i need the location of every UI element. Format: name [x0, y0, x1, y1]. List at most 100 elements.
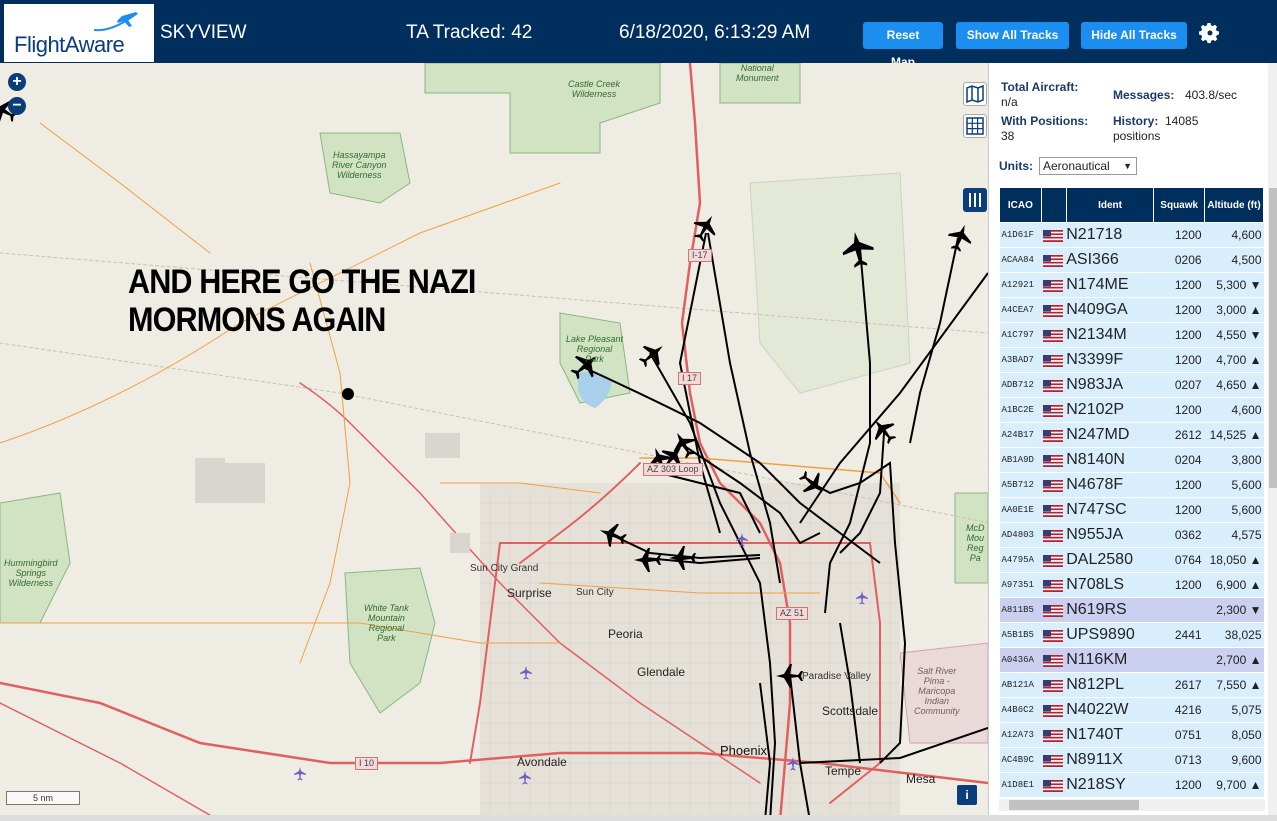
cell-ident: N3399F	[1066, 347, 1154, 373]
table-row[interactable]: A4CEA7 N409GA 1200 3,000 ▲	[999, 297, 1264, 323]
cell-ident: N2134M	[1066, 322, 1154, 348]
table-row[interactable]: A4B6C2 N4022W 4216 5,075	[999, 697, 1264, 723]
table-row[interactable]: AB1A9D N8140N 0204 3,800	[999, 447, 1264, 473]
overlay-line-2: MORMONS AGAIN	[128, 301, 386, 339]
cell-altitude: 8,050	[1204, 722, 1264, 748]
column-header-icao[interactable]: ICAO	[999, 187, 1042, 223]
table-row[interactable]: AB121A N812PL 2617 7,550 ▲	[999, 672, 1264, 698]
units-select[interactable]: Aeronautical ▼	[1039, 157, 1137, 175]
cell-flag	[1041, 722, 1067, 748]
map-scale-bar: 5 nm	[6, 791, 80, 805]
cell-squawk: 0713	[1153, 747, 1205, 773]
airport-icon	[294, 767, 306, 781]
table-row[interactable]: A5B1B5 UPS9890 2441 38,025	[999, 622, 1264, 648]
table-row[interactable]: A5B712 N4678F 1200 5,600	[999, 472, 1264, 498]
cell-flag	[1041, 247, 1067, 273]
cell-ident: N409GA	[1066, 297, 1154, 323]
table-row[interactable]: A3BAD7 N3399F 1200 4,700 ▲	[999, 347, 1264, 373]
cell-flag	[1041, 697, 1067, 723]
cell-ident: N247MD	[1066, 422, 1154, 448]
aircraft-tracked-count: TA Tracked: 42	[406, 22, 533, 43]
units-label: Units:	[999, 159, 1033, 173]
column-header-squawk[interactable]: Squawk	[1153, 187, 1206, 223]
map-label-hassayampa: Hassayampa River Canyon Wilderness	[332, 150, 387, 180]
cell-ident: N2102P	[1066, 397, 1154, 423]
panel-scrollbar-h-thumb[interactable]	[1009, 800, 1139, 810]
cell-ident: N619RS	[1066, 597, 1154, 623]
cell-flag	[1041, 222, 1067, 248]
cell-squawk	[1153, 647, 1205, 673]
cell-flag	[1041, 622, 1067, 648]
cell-altitude: 2,300 ▼	[1204, 597, 1264, 623]
logo-text: FlightAware	[14, 32, 125, 57]
column-header-ident[interactable]: Ident	[1065, 187, 1155, 223]
hide-all-tracks-button[interactable]: Hide All Tracks	[1081, 22, 1187, 49]
table-row[interactable]: A4795A DAL2580 0764 18,050 ▲	[999, 547, 1264, 573]
us-flag-icon	[1043, 454, 1064, 467]
us-flag-icon	[1043, 779, 1064, 792]
table-row[interactable]: A1D8E1 N218SY 1200 9,700 ▲	[999, 772, 1264, 798]
table-row[interactable]: A12A73 N1740T 0751 8,050	[999, 722, 1264, 748]
table-row[interactable]: ACAA84 ASI366 0206 4,500	[999, 247, 1264, 273]
cell-ident: N218SY	[1066, 772, 1154, 798]
table-row[interactable]: A24B17 N247MD 2612 14,525 ▲	[999, 422, 1264, 448]
map-view[interactable]: Castle Creek Wilderness Hassayampa River C…	[0, 63, 988, 821]
panel-scrollbar-thumb[interactable]	[1269, 188, 1277, 488]
table-row[interactable]: ADB712 N983JA 0207 4,650 ▲	[999, 372, 1264, 398]
table-row[interactable]: AD4803 N955JA 0362 4,575	[999, 522, 1264, 548]
grid-overlay-button[interactable]	[963, 114, 987, 138]
column-header-flag[interactable]	[1040, 187, 1067, 223]
cell-flag	[1041, 422, 1067, 448]
table-row[interactable]: A97351 N708LS 1200 6,900 ▲	[999, 572, 1264, 598]
column-toggle-button[interactable]	[963, 188, 987, 212]
map-label-avondale: Avondale	[517, 755, 567, 769]
highway-shield-i17: I-17	[688, 249, 712, 262]
cell-squawk: 0204	[1153, 447, 1205, 473]
cell-ident: ASI366	[1066, 247, 1154, 273]
map-layer-button[interactable]	[963, 82, 987, 106]
cell-altitude: 9,700 ▲	[1204, 772, 1264, 798]
table-row[interactable]: A811B5 N619RS 2,300 ▼	[999, 597, 1264, 623]
table-row[interactable]: AC4B9C N8911X 0713 9,600	[999, 747, 1264, 773]
cell-squawk: 1200	[1153, 297, 1205, 323]
aircraft-icon	[638, 345, 663, 368]
table-row[interactable]: A1C797 N2134M 1200 4,550 ▼	[999, 322, 1264, 348]
cell-flag	[1041, 272, 1067, 298]
map-label-hummingbird: Hummingbird Springs Wilderness	[4, 558, 58, 588]
table-row[interactable]: A1D61F N21718 1200 4,600	[999, 222, 1264, 248]
map-label-glendale: Glendale	[637, 665, 686, 679]
map-label-tempe: Tempe	[825, 764, 862, 778]
zoom-in-button[interactable]: +	[8, 73, 26, 91]
us-flag-icon	[1043, 279, 1064, 292]
highway-shield-az51: AZ 51	[776, 607, 809, 620]
table-row[interactable]: AA0E1E N747SC 1200 5,600	[999, 497, 1264, 523]
cell-squawk: 1200	[1153, 772, 1205, 798]
show-all-tracks-button[interactable]: Show All Tracks	[956, 22, 1069, 49]
cell-ident: N8911X	[1066, 747, 1154, 773]
table-row[interactable]: A1BC2E N2102P 1200 4,600	[999, 397, 1264, 423]
info-button[interactable]: i	[957, 785, 977, 805]
cell-squawk: 1200	[1153, 397, 1205, 423]
aircraft-icon	[948, 224, 972, 252]
cell-squawk: 1200	[1153, 497, 1205, 523]
cell-icao: A4CEA7	[999, 297, 1042, 323]
cell-altitude: 14,525 ▲	[1204, 422, 1264, 448]
zoom-out-button[interactable]: −	[8, 97, 26, 115]
cell-icao: A12A73	[999, 722, 1042, 748]
map-label-scottsdale: Scottsdale	[822, 704, 879, 718]
flightaware-logo[interactable]: FlightAware	[4, 4, 154, 62]
us-flag-icon	[1043, 229, 1064, 242]
gear-icon[interactable]	[1198, 21, 1222, 45]
overlay-line-1: AND HERE GO THE NAZI	[128, 263, 476, 301]
window-bottom-edge	[0, 815, 1277, 821]
table-row[interactable]: A12921 N174ME 1200 5,300 ▼	[999, 272, 1264, 298]
cell-flag	[1041, 372, 1067, 398]
us-flag-icon	[1043, 504, 1064, 517]
cell-flag	[1041, 397, 1067, 423]
cell-altitude: 38,025	[1204, 622, 1264, 648]
column-header-altitude[interactable]: Altitude (ft)	[1204, 187, 1264, 223]
cell-ident: DAL2580	[1066, 547, 1154, 573]
us-flag-icon	[1043, 379, 1064, 392]
reset-map-button[interactable]: Reset Map	[863, 22, 943, 69]
table-row[interactable]: A0436A N116KM 2,700 ▲	[999, 647, 1264, 673]
